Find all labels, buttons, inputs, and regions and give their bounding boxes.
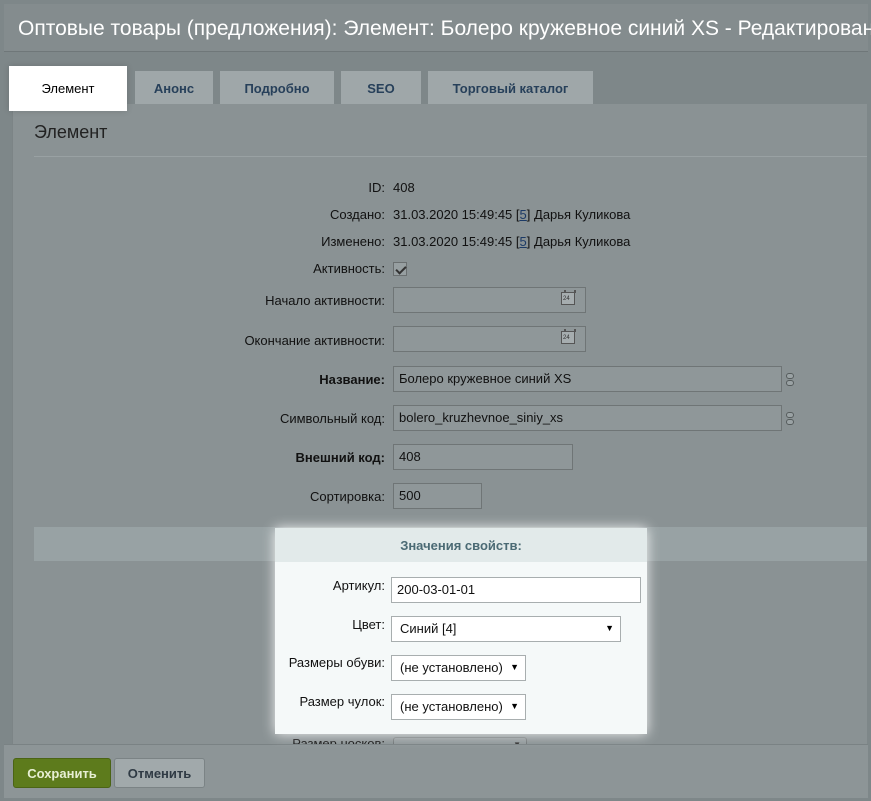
properties-highlight: Значения свойств: Артикул: 200-03-01-01 … — [275, 528, 647, 734]
external-code-label: Внешний код: — [295, 450, 385, 465]
active-to-input[interactable] — [393, 326, 586, 352]
page-title: Оптовые товары (предложения): Элемент: Б… — [18, 17, 871, 40]
stocking-size-select[interactable]: (не установлено) — [391, 694, 526, 720]
field-name: Название: Болеро кружевное синий XS — [13, 366, 867, 392]
color-label: Цвет: — [352, 617, 385, 632]
color-select[interactable]: Синий [4] — [391, 616, 621, 642]
field-external-code: Внешний код: 408 — [13, 444, 867, 470]
modified-user-id-link[interactable]: 5 — [520, 234, 527, 249]
tab-announce[interactable]: Анонс — [135, 71, 213, 106]
created-user-name: Дарья Куликова — [534, 207, 631, 222]
created-label: Создано: — [330, 207, 385, 222]
active-label: Активность: — [313, 261, 385, 276]
shoe-size-label: Размеры обуви: — [288, 655, 385, 670]
form-footer: Сохранить Отменить — [4, 744, 868, 798]
field-code: Символьный код: bolero_kruzhevnoe_siniy_… — [13, 405, 867, 431]
created-datetime: 31.03.2020 15:49:45 — [393, 207, 513, 222]
code-input[interactable]: bolero_kruzhevnoe_siniy_xs — [393, 405, 782, 431]
field-sock-size: Размер носков: — [13, 734, 867, 744]
calendar-icon[interactable] — [561, 290, 576, 305]
field-active-from: Начало активности: — [13, 287, 867, 313]
active-from-label: Начало активности: — [265, 293, 385, 308]
tab-seo[interactable]: SEO — [341, 71, 421, 106]
shoe-size-select[interactable]: (не установлено) — [391, 655, 526, 681]
article-input[interactable]: 200-03-01-01 — [391, 577, 641, 603]
active-to-label: Окончание активности: — [244, 333, 385, 348]
sock-size-select[interactable] — [393, 737, 527, 744]
cancel-button[interactable]: Отменить — [114, 758, 205, 788]
id-label: ID: — [368, 180, 385, 195]
modified-datetime: 31.03.2020 15:49:45 — [393, 234, 513, 249]
chain-link-icon[interactable] — [785, 373, 796, 393]
modified-label: Изменено: — [321, 234, 385, 249]
field-active: Активность: — [13, 257, 867, 281]
sort-input[interactable]: 500 — [393, 483, 482, 509]
modified-bracket-close: ] — [526, 234, 531, 249]
field-created: Создано: 31.03.2020 15:49:45 [5] Дарья К… — [13, 203, 867, 227]
field-id: ID: 408 — [13, 176, 867, 200]
sock-size-label: Размер носков: — [292, 736, 385, 744]
stocking-size-label: Размер чулок: — [299, 694, 385, 709]
field-active-to: Окончание активности: — [13, 326, 867, 352]
modified-value: 31.03.2020 15:49:45 [5] Дарья Куликова — [393, 234, 630, 249]
calendar-icon[interactable] — [561, 329, 576, 344]
tab-details[interactable]: Подробно — [220, 71, 334, 106]
active-from-input[interactable] — [393, 287, 586, 313]
id-value: 408 — [393, 180, 415, 195]
modified-user-name: Дарья Куликова — [534, 234, 631, 249]
window-title-bar: Оптовые товары (предложения): Элемент: Б… — [4, 4, 871, 52]
properties-header: Значения свойств: — [275, 528, 647, 562]
section-divider — [34, 156, 867, 157]
field-modified: Изменено: 31.03.2020 15:49:45 [5] Дарья … — [13, 230, 867, 254]
section-title: Элемент — [34, 122, 108, 142]
tab-bar: Элемент Анонс Подробно SEO Торговый ката… — [0, 66, 871, 111]
created-value: 31.03.2020 15:49:45 [5] Дарья Куликова — [393, 207, 630, 222]
code-label: Символьный код: — [279, 411, 385, 426]
external-code-input[interactable]: 408 — [393, 444, 573, 470]
name-input[interactable]: Болеро кружевное синий XS — [393, 366, 782, 392]
tab-element[interactable]: Элемент — [9, 66, 127, 111]
sort-label: Сортировка: — [310, 489, 385, 504]
field-sort: Сортировка: 500 — [13, 483, 867, 509]
chain-link-icon[interactable] — [785, 412, 796, 432]
created-bracket-close: ] — [526, 207, 531, 222]
created-user-id-link[interactable]: 5 — [520, 207, 527, 222]
name-label: Название: — [319, 372, 385, 387]
tab-trade-catalog[interactable]: Торговый каталог — [428, 71, 593, 106]
save-button[interactable]: Сохранить — [13, 758, 111, 788]
active-checkbox[interactable] — [393, 262, 407, 276]
page: Оптовые товары (предложения): Элемент: Б… — [0, 0, 871, 801]
article-label: Артикул: — [332, 578, 385, 593]
